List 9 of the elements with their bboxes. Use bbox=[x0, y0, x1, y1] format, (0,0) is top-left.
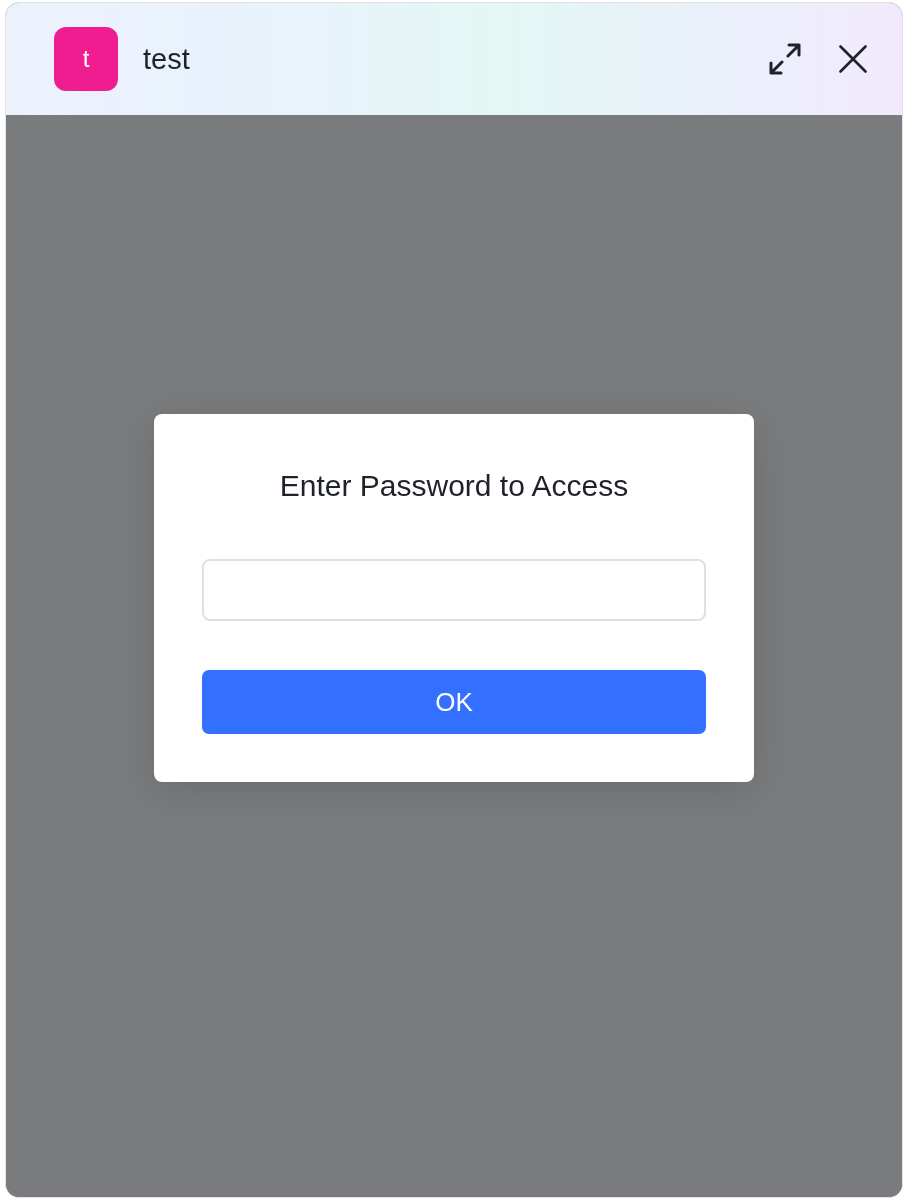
close-icon bbox=[839, 45, 867, 73]
window-title: test bbox=[143, 42, 190, 77]
close-button[interactable] bbox=[839, 45, 867, 73]
dialog-title: Enter Password to Access bbox=[279, 468, 629, 504]
app-avatar: t bbox=[54, 27, 118, 91]
password-field[interactable] bbox=[202, 559, 706, 621]
ok-button[interactable]: OK bbox=[202, 670, 706, 734]
expand-icon bbox=[769, 43, 801, 75]
expand-button[interactable] bbox=[769, 43, 801, 75]
